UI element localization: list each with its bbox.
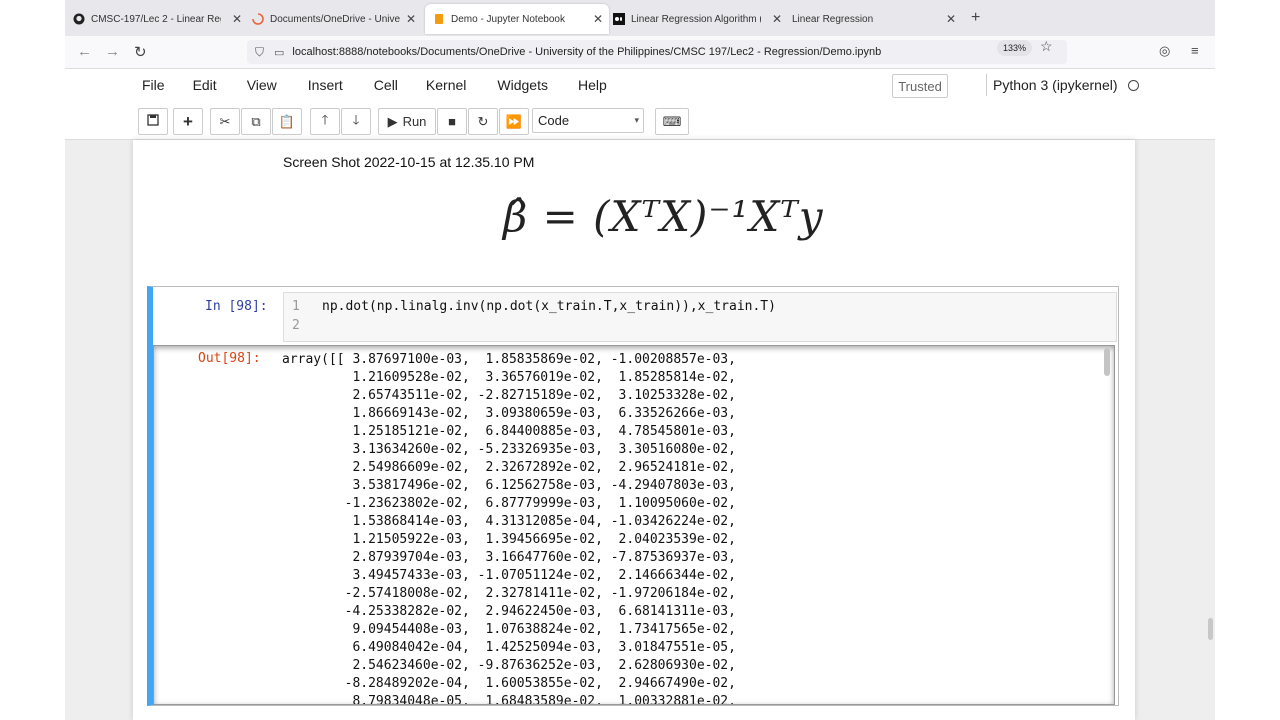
shield-icon: ⛉ — [255, 44, 265, 59]
close-icon[interactable]: ✕ — [593, 12, 603, 26]
plus-icon: + — [183, 111, 193, 131]
close-icon[interactable]: ✕ — [406, 12, 416, 26]
tab-label: Linear Regression — [792, 13, 874, 25]
right-margin — [1215, 0, 1280, 720]
restart-button[interactable]: ↻ — [468, 108, 498, 135]
notebook-area: Screen Shot 2022-10-15 at 12.35.10 PM β̂… — [65, 140, 1215, 720]
page-scrollbar[interactable] — [1208, 618, 1213, 640]
close-icon[interactable]: ✕ — [946, 12, 956, 26]
close-icon[interactable]: ✕ — [772, 12, 782, 26]
menubar: File Edit View Insert Cell Kernel Widget… — [142, 77, 607, 93]
menu-view[interactable]: View — [247, 77, 277, 93]
kernel-indicator[interactable]: Python 3 (ipykernel) — [986, 74, 1139, 96]
command-palette-button[interactable]: ⌨ — [655, 108, 689, 135]
scissors-icon: ✂ — [219, 113, 231, 129]
trusted-indicator[interactable]: Trusted — [892, 74, 948, 98]
medium-icon — [613, 13, 625, 25]
forward-icon[interactable]: → — [105, 43, 120, 60]
tab-strip: CMSC-197/Lec 2 - Linear Regre ✕ Document… — [65, 0, 1215, 36]
menu-help[interactable]: Help — [578, 77, 607, 93]
hamburger-menu-icon[interactable]: ≡ — [1191, 43, 1199, 58]
move-down-button[interactable]: 🡓 — [341, 108, 371, 135]
cell-type-select[interactable]: Code ▾ — [532, 108, 644, 133]
menu-file[interactable]: File — [142, 77, 165, 93]
markdown-caption: Screen Shot 2022-10-15 at 12.35.10 PM — [283, 154, 535, 170]
tab-linear-regression[interactable]: Linear Regression ✕ — [788, 4, 962, 34]
keyboard-icon: ⌨ — [662, 113, 682, 129]
formula-text: β̂ = (XᵀX)⁻¹Xᵀy — [503, 192, 824, 241]
input-prompt: In [98]: — [205, 299, 268, 314]
reload-icon[interactable]: ↻ — [134, 43, 147, 61]
fast-forward-icon: ⏩ — [505, 113, 523, 129]
stop-icon: ■ — [448, 114, 456, 129]
github-icon — [73, 13, 85, 25]
code-line: np.dot(np.linalg.inv(np.dot(x_train.T,x_… — [322, 299, 776, 314]
line-number: 1 — [292, 299, 300, 314]
menu-widgets[interactable]: Widgets — [497, 77, 548, 93]
tab-label: CMSC-197/Lec 2 - Linear Regre — [91, 13, 221, 25]
tab-demo-notebook[interactable]: Demo - Jupyter Notebook ✕ — [425, 4, 609, 34]
interrupt-button[interactable]: ■ — [437, 108, 467, 135]
save-icon — [147, 114, 159, 129]
tab-label: Demo - Jupyter Notebook — [451, 13, 565, 25]
arrow-down-icon: 🡓 — [352, 111, 360, 127]
menu-edit[interactable]: Edit — [193, 77, 217, 93]
menu-cell[interactable]: Cell — [374, 77, 398, 93]
pocket-icon[interactable]: ◎ — [1159, 43, 1170, 59]
notebook-container: Screen Shot 2022-10-15 at 12.35.10 PM β̂… — [133, 140, 1135, 720]
chevron-down-icon: ▾ — [634, 115, 639, 125]
run-button[interactable]: ▶ Run — [378, 108, 436, 135]
copy-button[interactable]: ⧉ — [241, 108, 271, 135]
output-scrollbar[interactable] — [1104, 348, 1110, 376]
output-text: array([[ 3.87697100e-03, 1.85835869e-02,… — [282, 352, 736, 705]
run-label: Run — [402, 114, 427, 129]
copy-icon: ⧉ — [251, 113, 261, 129]
cut-button[interactable]: ✂ — [210, 108, 240, 135]
output-area[interactable]: Out[98]: array([[ 3.87697100e-03, 1.8583… — [153, 345, 1115, 705]
loading-icon — [252, 13, 264, 25]
kernel-name: Python 3 (ipykernel) — [993, 77, 1118, 93]
bookmark-star-icon[interactable]: ☆ — [1040, 38, 1053, 55]
tab-onedrive[interactable]: Documents/OneDrive - Universit ✕ — [248, 4, 422, 34]
move-up-button[interactable]: 🡑 — [310, 108, 340, 135]
url-text: localhost:8888/notebooks/Documents/OneDr… — [292, 46, 882, 58]
code-cell[interactable]: In [98]: 1 2 np.dot(np.linalg.inv(np.dot… — [147, 286, 1119, 706]
menu-kernel[interactable]: Kernel — [426, 77, 466, 93]
save-button[interactable] — [138, 108, 168, 135]
play-icon: ▶ — [387, 113, 398, 129]
tab-github[interactable]: CMSC-197/Lec 2 - Linear Regre ✕ — [69, 4, 248, 34]
zoom-level[interactable]: 133% — [997, 40, 1033, 56]
new-tab-icon[interactable]: + — [971, 9, 980, 27]
paste-icon: 📋 — [278, 113, 296, 129]
menu-insert[interactable]: Insert — [308, 77, 343, 93]
restart-icon: ↻ — [477, 113, 489, 129]
page-icon: ▭ — [274, 46, 285, 59]
browser-window: CMSC-197/Lec 2 - Linear Regre ✕ Document… — [65, 0, 1215, 720]
jupyter-icon — [433, 13, 445, 25]
tab-label: Documents/OneDrive - Universit — [270, 13, 400, 25]
close-icon[interactable]: ✕ — [232, 12, 242, 26]
left-margin — [0, 0, 65, 720]
back-icon[interactable]: ← — [77, 43, 92, 60]
formula-image: β̂ = (XᵀX)⁻¹Xᵀy — [503, 192, 824, 241]
insert-cell-button[interactable]: + — [173, 108, 203, 135]
address-bar[interactable]: ⛉ ▭ localhost:8888/notebooks/Documents/O… — [247, 40, 1067, 64]
line-number: 2 — [292, 318, 300, 333]
restart-run-all-button[interactable]: ⏩ — [499, 108, 529, 135]
navigation-bar: ← → ↻ ⛉ ▭ localhost:8888/notebooks/Docum… — [65, 36, 1215, 69]
jupyter-header: File Edit View Insert Cell Kernel Widget… — [65, 69, 1215, 140]
paste-button[interactable]: 📋 — [272, 108, 302, 135]
tab-label: Linear Regression Algorithm (M — [631, 13, 761, 25]
code-editor[interactable]: 1 2 np.dot(np.linalg.inv(np.dot(x_train.… — [283, 292, 1117, 342]
tab-medium[interactable]: Linear Regression Algorithm (M ✕ — [610, 4, 788, 34]
kernel-status-icon — [1127, 79, 1139, 91]
output-prompt: Out[98]: — [198, 351, 261, 366]
cell-type-value: Code — [538, 113, 570, 128]
arrow-up-icon: 🡑 — [321, 111, 329, 127]
screen: CMSC-197/Lec 2 - Linear Regre ✕ Document… — [0, 0, 1280, 720]
